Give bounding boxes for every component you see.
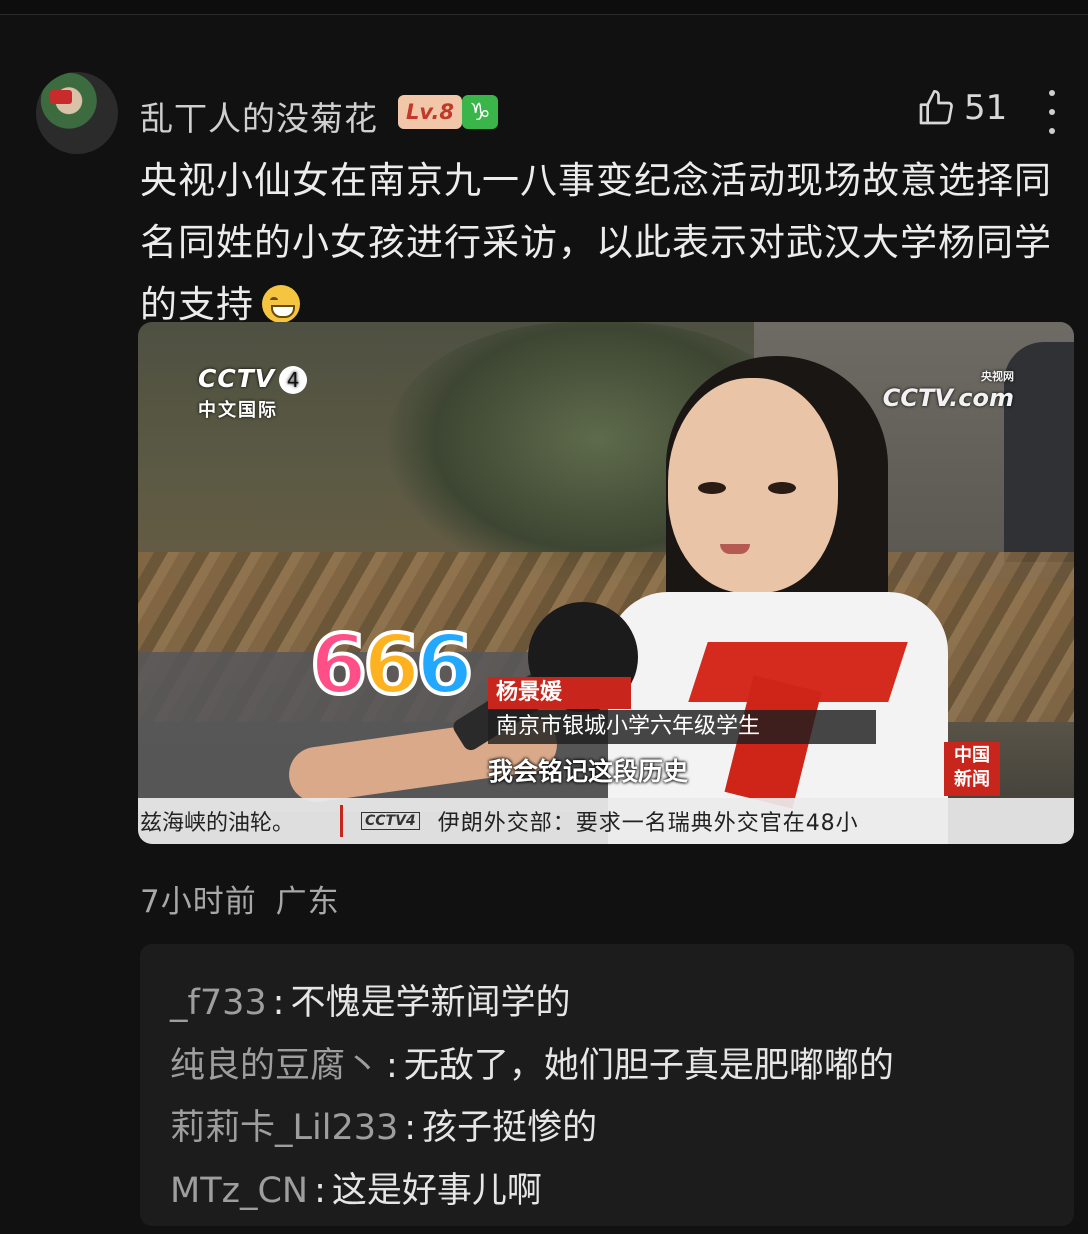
reply-item[interactable]: MTz_CN: 这是好事儿啊 [170,1162,542,1213]
cctv4-logo: CCTV 4 中文国际 [198,364,308,422]
ticker-channel-logo: CCTV4 [361,812,420,830]
comment-meta: 7小时前 广东 [140,876,340,921]
reply-item[interactable]: 莉莉卡_Lil233: 孩子挺惨的 [170,1099,597,1150]
reply-author[interactable]: 莉莉卡_Lil233 [170,1108,398,1148]
comment-location: 广东 [275,884,340,920]
video-screenshot[interactable]: CCTV 4 中文国际 央视网 CCTV.com 666 杨景媛 南京市银城小学六… [138,322,1074,844]
reply-text: 不愧是学新闻学的 [290,983,571,1023]
capricorn-icon: ♑ [462,95,498,129]
previous-item-divider [0,0,1088,15]
ticker-right-text: 伊朗外交部：要求一名瑞典外交官在48小 [437,811,859,836]
avatar[interactable] [36,72,118,154]
grinning-emoji-icon [262,285,300,323]
ticker-left-text: 兹海峡的油轮。 [138,805,343,837]
china-news-badge: 中国 新闻 [944,742,1000,796]
thumbs-up-icon [919,90,953,125]
background-arch [1004,342,1074,562]
username[interactable]: 乱丅人的没菊花 [140,92,378,140]
like-button[interactable]: 51 [916,88,1007,128]
title-tag: 南京市银城小学六年级学生 [488,710,876,744]
girl-eye [768,482,796,494]
news-ticker: 兹海峡的油轮。 CCTV4 伊朗外交部：要求一名瑞典外交官在48小 [138,798,1074,844]
video-subtitle: 我会铭记这段历史 [488,757,689,786]
reply-author[interactable]: 纯良的豆腐丶 [170,1046,380,1086]
level-badge: Lv.8 [398,95,462,129]
comment-time: 7小时前 [140,884,257,920]
reply-text: 这是好事儿啊 [331,1171,542,1211]
comment-text: 央视小仙女在南京九一八事变纪念活动现场故意选择同名同姓的小女孩进行采访，以此表示… [140,159,1052,326]
reply-text: 孩子挺惨的 [422,1108,598,1148]
reply-author[interactable]: MTz_CN [170,1171,308,1211]
name-tag: 杨景媛 [488,677,631,709]
girl-eye [698,482,726,494]
girl-face [668,378,838,593]
reply-item[interactable]: 纯良的豆腐丶: 无敌了，她们胆子真是肥嘟嘟的 [170,1037,894,1088]
sticker-666: 666 [308,616,475,715]
reply-item[interactable]: _f733: 不愧是学新闻学的 [170,974,570,1025]
like-count: 51 [964,88,1008,128]
reply-text: 无敌了，她们胆子真是肥嘟嘟的 [403,1046,894,1086]
cctv-watermark: 央视网 CCTV.com [882,370,1014,412]
replies-panel[interactable]: _f733: 不愧是学新闻学的 纯良的豆腐丶: 无敌了，她们胆子真是肥嘟嘟的 莉莉卡… [140,944,1074,1226]
more-options-icon[interactable] [1040,90,1064,134]
reply-author[interactable]: _f733 [170,983,267,1023]
